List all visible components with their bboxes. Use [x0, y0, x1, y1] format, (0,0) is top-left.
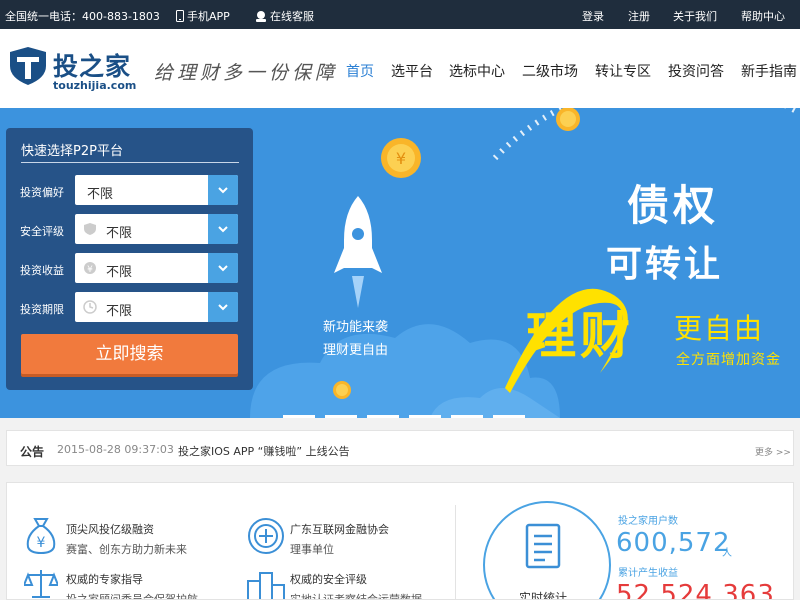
- nav-bid-center[interactable]: 选标中心: [449, 61, 505, 81]
- rocket-caption-line1: 新功能来袭: [323, 320, 389, 335]
- select-value: 不限: [106, 265, 133, 280]
- banner-headline-5: 全方面增加资金: [676, 352, 781, 368]
- filter-label: 投资偏好: [20, 186, 64, 199]
- dropdown-toggle[interactable]: [208, 292, 238, 322]
- about-link[interactable]: 关于我们: [673, 8, 717, 24]
- chevron-down-icon: [218, 187, 228, 194]
- dropdown-toggle[interactable]: [208, 214, 238, 244]
- earnings-total: 52,524,363: [616, 580, 775, 600]
- announcement-title[interactable]: 投之家IOS APP “赚钱啦” 上线公告: [178, 443, 350, 459]
- realtime-stats-label: 实时统计: [519, 591, 568, 600]
- feature-subtitle: 投之家顾问委员会保驾护航: [66, 593, 198, 600]
- logo-domain: touzhijia.com: [53, 79, 137, 92]
- nav-home[interactable]: 首页: [346, 61, 374, 81]
- nav-platforms[interactable]: 选平台: [391, 61, 433, 81]
- register-link[interactable]: 注册: [628, 8, 650, 24]
- safety-rating-select[interactable]: 不限: [75, 214, 238, 244]
- slide-dot[interactable]: [283, 415, 315, 418]
- feature-subtitle: 理事单位: [290, 543, 334, 556]
- rocket-caption-line2: 理财更自由: [323, 343, 389, 358]
- phone-icon: [176, 10, 184, 22]
- online-service-link[interactable]: 在线客服: [255, 8, 314, 24]
- site-header: 投之家 touzhijia.com 给理财多一份保障 首页 选平台 选标中心 二…: [0, 29, 800, 108]
- filter-label: 投资收益: [20, 264, 64, 277]
- banner-headline-1: 债权: [627, 181, 720, 230]
- nav-secondary-market[interactable]: 二级市场: [522, 61, 578, 81]
- chevron-down-icon: [218, 226, 228, 233]
- logo-icon[interactable]: [9, 46, 47, 86]
- chevron-down-icon: [218, 265, 228, 272]
- feature-title: 顶尖风投亿级融资: [66, 523, 154, 536]
- feature-subtitle: 赛富、创东方助力新未来: [66, 543, 187, 556]
- filter-investment-return: 投资收益 ¥ 不限: [6, 253, 253, 283]
- more-link[interactable]: 更多 >>: [755, 445, 791, 458]
- search-button[interactable]: 立即搜索: [21, 334, 238, 374]
- nav-transfer-zone[interactable]: 转让专区: [595, 61, 651, 81]
- headset-icon: [256, 11, 266, 22]
- rocket-icon: [334, 196, 382, 308]
- users-count: 600,572: [616, 528, 731, 558]
- hotline-text: 全国统一电话：400-883-1803: [5, 10, 160, 23]
- divider: [21, 162, 239, 163]
- nav-beginner-guide[interactable]: 新手指南: [741, 61, 797, 81]
- users-label: 投之家用户数: [618, 516, 678, 527]
- investment-return-select[interactable]: ¥ 不限: [75, 253, 238, 283]
- slide-dot[interactable]: [493, 415, 525, 418]
- select-value: 不限: [87, 187, 114, 202]
- yen-icon: ¥: [84, 262, 96, 275]
- filter-label: 安全评级: [20, 225, 64, 238]
- document-icon: [525, 523, 561, 569]
- select-value: 不限: [106, 304, 133, 319]
- mobile-app-link[interactable]: 手机APP: [176, 8, 230, 24]
- earnings-label: 累计产生收益: [618, 568, 678, 579]
- slide-dot[interactable]: [367, 415, 399, 418]
- coin-icon: ¥: [381, 138, 421, 178]
- select-value: 不限: [106, 226, 133, 241]
- banner-headline-3: 理财: [526, 307, 634, 365]
- login-link[interactable]: 登录: [582, 8, 604, 24]
- svg-text:¥: ¥: [87, 265, 93, 275]
- help-link[interactable]: 帮助中心: [741, 8, 785, 24]
- feature-title: 广东互联网金融协会: [290, 523, 389, 536]
- filter-safety-rating: 安全评级 不限: [6, 214, 253, 244]
- logo-text[interactable]: 投之家: [53, 47, 131, 83]
- nav-qa[interactable]: 投资问答: [668, 61, 724, 81]
- filter-investment-preference: 投资偏好 不限: [6, 175, 253, 205]
- filter-label: 投资期限: [20, 303, 64, 316]
- slide-indicators: [283, 404, 535, 418]
- slogan: 给理财多一份保障: [154, 62, 339, 84]
- slide-dot[interactable]: [409, 415, 441, 418]
- dropdown-toggle[interactable]: [208, 175, 238, 205]
- clock-icon: [83, 300, 97, 314]
- panel-title: 快速选择P2P平台: [21, 144, 123, 159]
- slide-dot[interactable]: [451, 415, 483, 418]
- association-seal-icon: [248, 518, 284, 554]
- announcement-bar: 公告 2015-08-28 09:37:03 投之家IOS APP “赚钱啦” …: [6, 430, 794, 466]
- top-bar: 全国统一电话：400-883-1803 手机APP 在线客服 登录 注册 关于我…: [0, 0, 800, 29]
- filter-investment-term: 投资期限 不限: [6, 292, 253, 322]
- feature-subtitle: 实地认证考察结合运营数据: [290, 593, 422, 600]
- investment-preference-select[interactable]: 不限: [75, 175, 238, 205]
- announcement-label: 公告: [20, 445, 45, 459]
- chevron-down-icon: [218, 304, 228, 311]
- divider: [455, 505, 456, 599]
- money-bag-icon: ¥: [26, 518, 56, 555]
- banner-headline-4: 更自由: [674, 312, 765, 345]
- feature-title: 权威的专家指导: [66, 573, 143, 586]
- shield-icon: [84, 223, 96, 235]
- platform-search-panel: 快速选择P2P平台 投资偏好 不限 安全评级 不限 投资收益 ¥ 不限 投资期限…: [6, 128, 253, 390]
- investment-term-select[interactable]: 不限: [75, 292, 238, 322]
- podium-icon: [247, 572, 285, 599]
- svg-text:¥: ¥: [396, 149, 406, 168]
- svg-text:¥: ¥: [37, 535, 46, 551]
- features-section: ¥ 顶尖风投亿级融资 赛富、创东方助力新未来 广东互联网金融协会 理事单位 权威…: [6, 482, 794, 600]
- announcement-date: 2015-08-28 09:37:03: [57, 443, 174, 456]
- banner-headline-2: 可转让: [606, 244, 724, 285]
- slide-dot[interactable]: [325, 415, 357, 418]
- dropdown-toggle[interactable]: [208, 253, 238, 283]
- scale-icon: [24, 570, 58, 598]
- users-unit: 人: [722, 548, 732, 559]
- feature-title: 权威的安全评级: [290, 573, 367, 586]
- realtime-stats-badge: 实时统计: [483, 501, 611, 600]
